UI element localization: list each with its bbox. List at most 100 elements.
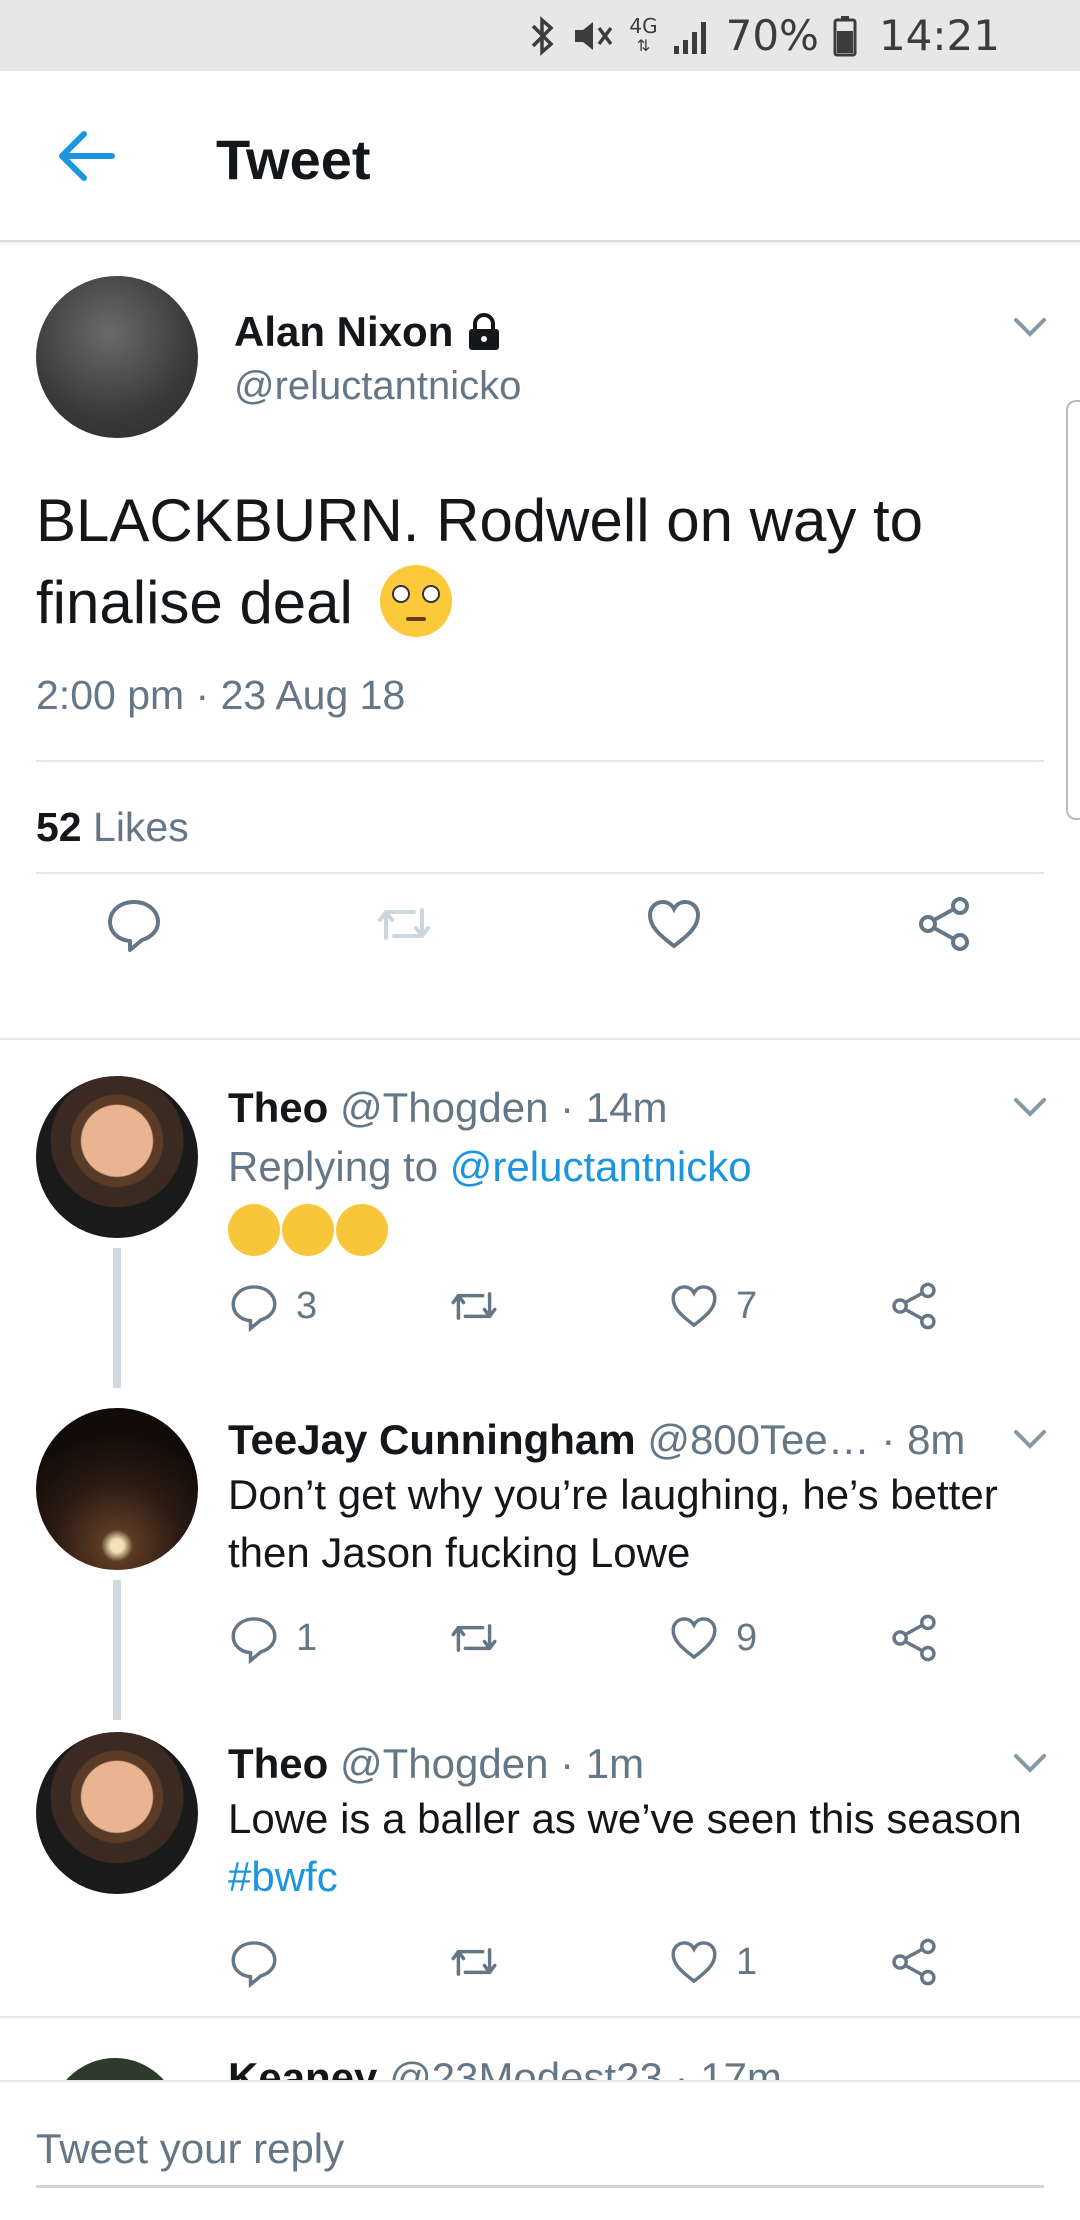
reply-text [228, 1198, 1048, 1256]
reply-icon [231, 1285, 277, 1332]
reply-author-name[interactable]: Theo [228, 1084, 328, 1131]
flushed-face-emoji-icon [379, 565, 452, 637]
share-icon [892, 1282, 936, 1330]
retweet-icon [451, 1624, 497, 1652]
laughing-tears-emoji-icon [282, 1203, 334, 1256]
reply-meta: @800Tee… · 8m [647, 1416, 966, 1463]
retweet-icon[interactable] [374, 894, 434, 954]
author-name: Alan Nixon [234, 308, 454, 355]
main-tweet: Alan Nixon @reluctantnicko BLACKBURN. Ro… [0, 244, 1080, 1040]
reply-button[interactable]: 1 [228, 1612, 317, 1664]
clock: 14:21 [878, 11, 1000, 60]
reply-input[interactable] [36, 2112, 1044, 2188]
battery-percentage: 70% [725, 11, 819, 60]
share-button[interactable] [888, 1280, 940, 1332]
replying-prefix: Replying to [228, 1143, 439, 1190]
reply-header: Keaney @23Modest23 · 17m [228, 2054, 1008, 2080]
reply-button[interactable] [228, 1936, 296, 1988]
reply-author-name[interactable]: Theo [228, 1740, 328, 1787]
reply-tweet[interactable]: Theo @Thogden · 14m Replying to @relucta… [0, 1076, 1080, 1388]
like-button[interactable]: 7 [668, 1280, 757, 1332]
replying-to: Replying to @reluctantnicko [228, 1138, 1048, 1196]
avatar[interactable] [36, 276, 198, 438]
avatar[interactable] [36, 1732, 198, 1894]
reply-actions: 3 7 [228, 1280, 968, 1340]
reply-header: TeeJay Cunningham @800Tee… · 8m [228, 1416, 1008, 1464]
reply-count: 1 [296, 1616, 318, 1659]
status-icons: 4G ⇅ 70% 14:21 [529, 8, 1000, 63]
reply-tweet[interactable]: Theo @Thogden · 1m Lowe is a baller as w… [0, 1732, 1080, 2014]
tweet-text-content: BLACKBURN. Rodwell on way to finalise de… [36, 487, 924, 636]
thread-line [113, 1580, 121, 1720]
reply-meta: @23Modest23 · 17m [389, 2054, 782, 2080]
reply-compose-bar [0, 2080, 1080, 2220]
divider [0, 2016, 1080, 2018]
chevron-down-icon[interactable] [1010, 1424, 1050, 1454]
author-name-row[interactable]: Alan Nixon [234, 308, 503, 356]
chevron-down-icon[interactable] [1010, 1092, 1050, 1122]
divider [36, 872, 1044, 874]
reply-actions: 1 9 [228, 1612, 968, 1672]
retweet-button[interactable] [448, 1280, 500, 1332]
likes-count: 52 [36, 804, 82, 850]
network-type-icon: 4G ⇅ [629, 13, 658, 55]
reply-actions: 1 [228, 1936, 968, 1996]
like-count: 9 [736, 1616, 758, 1659]
author-handle[interactable]: @reluctantnicko [234, 364, 521, 409]
divider [36, 760, 1044, 762]
share-button[interactable] [888, 1936, 940, 1988]
scrollbar[interactable] [1066, 400, 1080, 820]
replying-to-link[interactable]: @reluctantnicko [450, 1143, 752, 1190]
mute-icon [571, 16, 615, 56]
heart-icon [671, 1617, 717, 1660]
retweet-button[interactable] [448, 1936, 500, 1988]
battery-icon [833, 15, 857, 57]
laughing-tears-emoji-icon [336, 1203, 388, 1256]
avatar[interactable] [36, 1408, 198, 1570]
chevron-down-icon[interactable] [1010, 312, 1050, 342]
reply-header: Theo @Thogden · 1m [228, 1740, 1008, 1788]
hashtag-link[interactable]: #bwfc [228, 1853, 338, 1900]
share-button[interactable] [888, 1612, 940, 1664]
like-button[interactable]: 1 [668, 1936, 757, 1988]
status-bar: 4G ⇅ 70% 14:21 [0, 0, 1080, 71]
reply-text: Lowe is a baller as we’ve seen this seas… [228, 1790, 1048, 1906]
heart-icon [671, 1285, 717, 1328]
likes-label: Likes [93, 804, 189, 850]
arrow-left-icon [59, 131, 115, 181]
avatar[interactable] [50, 2058, 180, 2080]
retweet-icon [451, 1292, 497, 1320]
tweet-timestamp: 2:00 pm · 23 Aug 18 [36, 672, 406, 718]
tweet-actions [0, 897, 1080, 1024]
reply-text: Don’t get why you’re laughing, he’s bett… [228, 1471, 998, 1576]
chevron-down-icon[interactable] [1010, 1748, 1050, 1778]
retweet-icon [451, 1948, 497, 1976]
page-title: Tweet [216, 128, 371, 191]
avatar[interactable] [36, 1076, 198, 1238]
reply-tweet[interactable]: TeeJay Cunningham @800Tee… · 8m Don’t ge… [0, 1408, 1080, 1720]
reply-author-name[interactable]: Keaney [228, 2054, 377, 2080]
share-icon[interactable] [914, 894, 974, 954]
reply-author-name[interactable]: TeeJay Cunningham [228, 1416, 636, 1463]
retweet-button[interactable] [448, 1612, 500, 1664]
like-count: 7 [736, 1284, 758, 1327]
reply-icon [231, 1941, 277, 1988]
likes-summary[interactable]: 52 Likes [36, 804, 189, 851]
top-app-bar: Tweet [0, 71, 1080, 242]
reply-tweet-partial[interactable]: Keaney @23Modest23 · 17m [0, 2040, 1080, 2080]
reply-meta: @Thogden · 1m [340, 1740, 645, 1787]
reply-button[interactable]: 3 [228, 1280, 317, 1332]
back-button[interactable] [52, 121, 132, 191]
share-icon [892, 1938, 936, 1986]
laughing-tears-emoji-icon [228, 1203, 280, 1256]
reply-text-content: Lowe is a baller as we’ve seen this seas… [228, 1795, 1022, 1842]
tweet-text: BLACKBURN. Rodwell on way to finalise de… [36, 480, 1036, 644]
share-icon [892, 1614, 936, 1662]
bluetooth-icon [529, 15, 557, 56]
like-button[interactable]: 9 [668, 1612, 757, 1664]
signal-icon [672, 16, 712, 56]
lock-icon [469, 313, 500, 350]
reply-icon[interactable] [104, 894, 164, 954]
thread-line [113, 1248, 121, 1388]
heart-icon[interactable] [644, 894, 704, 954]
